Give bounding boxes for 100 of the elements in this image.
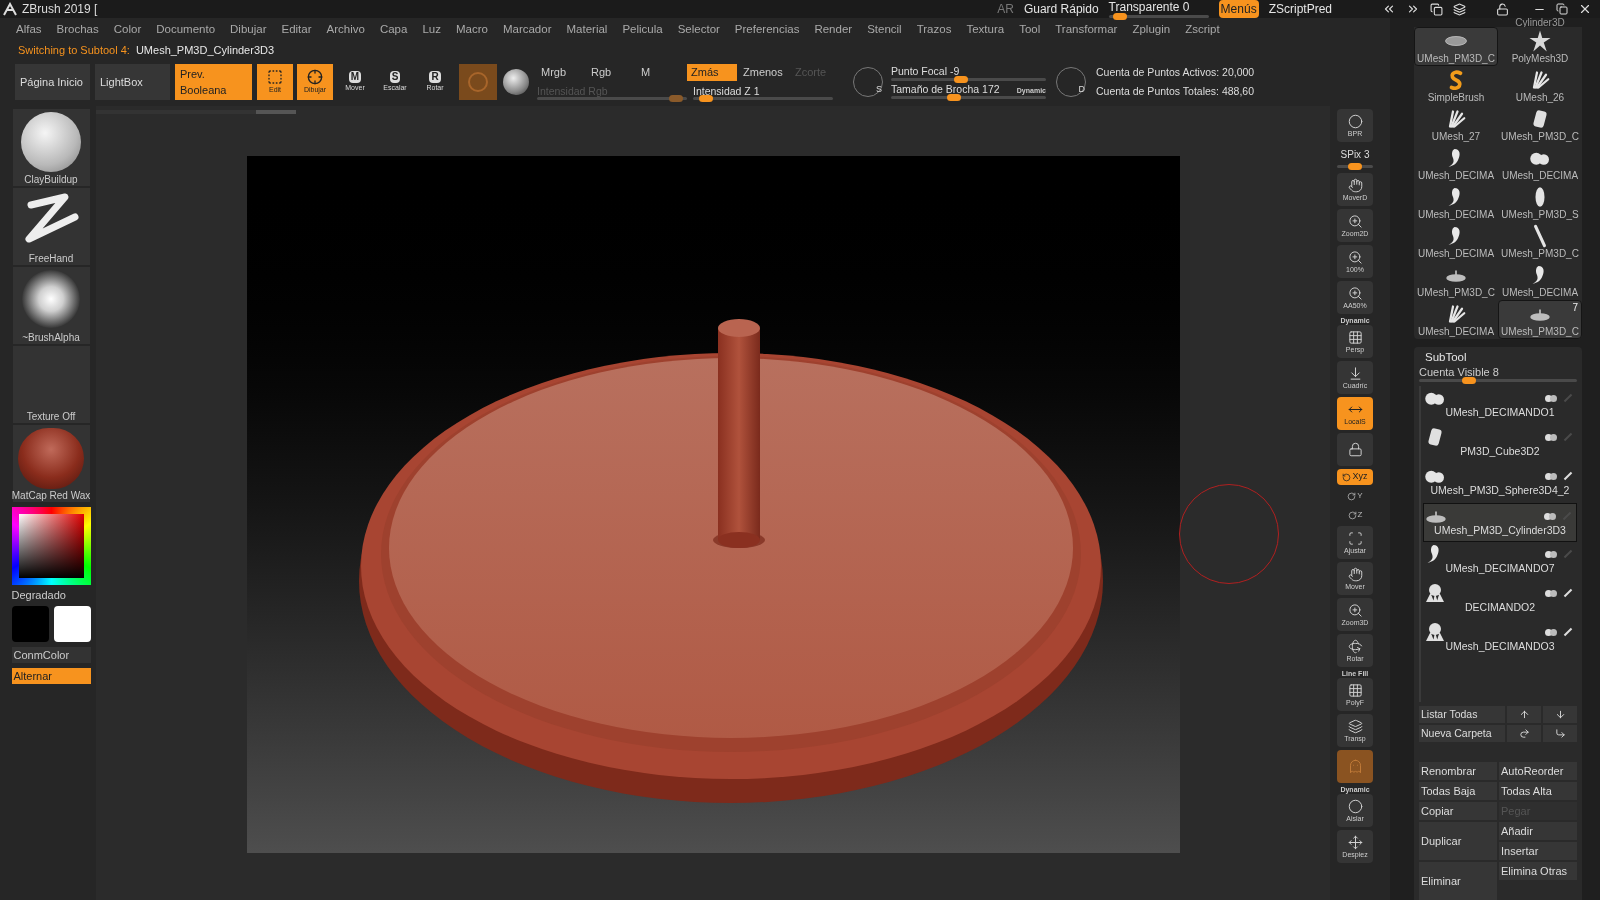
subtool-row[interactable]: UMesh_PM3D_Sphere3D4_2 — [1423, 464, 1577, 504]
slider-track[interactable] — [1108, 15, 1209, 18]
shelf-button[interactable] — [1337, 433, 1373, 466]
list-button[interactable]: Listar Todas — [1419, 706, 1505, 723]
viewport[interactable] — [246, 156, 1180, 853]
tool-thumbnail[interactable]: PolyMesh3D — [1498, 27, 1582, 66]
tool-thumbnail[interactable]: UMesh_PM3D_C — [1414, 261, 1498, 300]
polypaint-icon[interactable] — [1563, 628, 1573, 637]
xyz-button[interactable]: Xyz — [1337, 469, 1373, 485]
collapse-icon[interactable] — [1382, 2, 1396, 16]
arrow-button[interactable] — [1507, 725, 1541, 742]
subtool-action-button[interactable]: Renombrar — [1419, 762, 1497, 780]
menu-item[interactable]: Trazos — [916, 21, 952, 39]
subtool-row[interactable]: UMesh_DECIMANDO3 — [1423, 620, 1577, 660]
axis-button[interactable]: Y — [1347, 488, 1363, 504]
subtool-action-button[interactable]: Añadir — [1499, 822, 1577, 840]
menus-toggle[interactable]: Menús — [1218, 0, 1259, 18]
subtool-action-button[interactable]: Insertar — [1499, 842, 1577, 860]
axis-button[interactable]: Z — [1347, 507, 1363, 523]
tool-thumbnail[interactable]: 7 UMesh_PM3D_C — [1498, 300, 1582, 339]
shelf-thumbnail[interactable]: Texture Off — [12, 346, 90, 423]
tool-thumbnail[interactable]: UMesh_DECIMA — [1414, 300, 1498, 339]
restore-icon[interactable] — [1556, 3, 1568, 15]
visibility-toggle-icon[interactable] — [1545, 589, 1557, 597]
menu-item[interactable]: Zplugin — [1132, 21, 1171, 39]
visibility-toggle-icon[interactable] — [1545, 550, 1557, 558]
channel-toggle[interactable]: Mrgb — [537, 64, 585, 81]
subtool-row[interactable]: PM3D_Cube3D2 — [1423, 425, 1577, 465]
subtool-row[interactable]: UMesh_DECIMANDO7 — [1423, 542, 1577, 582]
arrow-button[interactable] — [1543, 706, 1577, 723]
tool-thumbnail[interactable]: UMesh_27 — [1414, 105, 1498, 144]
visibility-toggle-icon[interactable] — [1545, 628, 1557, 636]
slider-thumb[interactable] — [1348, 163, 1362, 170]
slider-track[interactable] — [891, 78, 1046, 81]
menu-item[interactable]: Preferencias — [734, 21, 800, 39]
tool-thumbnail[interactable]: SimpleBrush — [1414, 66, 1498, 105]
menu-item[interactable]: Editar — [281, 21, 312, 39]
visibility-toggle-icon[interactable] — [1545, 394, 1557, 402]
channel-toggle[interactable]: Zmenos — [739, 64, 789, 81]
slider-thumb[interactable] — [947, 94, 962, 101]
visibility-toggle-icon[interactable] — [1545, 433, 1557, 441]
menu-item[interactable]: Zscript — [1185, 21, 1220, 39]
menu-item[interactable]: Tool — [1019, 21, 1041, 39]
menu-item[interactable]: Stencil — [867, 21, 902, 39]
menu-item[interactable]: Pelicula — [622, 21, 663, 39]
tool-thumbnail[interactable]: UMesh_DECIMA — [1414, 144, 1498, 183]
tool-thumbnail[interactable]: UMesh_PM3D_C — [1498, 105, 1582, 144]
expand-icon[interactable] — [1406, 2, 1420, 16]
subtool-row[interactable]: UMesh_DECIMANDO1 — [1423, 386, 1577, 426]
menu-item[interactable]: Selector — [677, 21, 720, 39]
subtool-action-button[interactable]: Duplicar — [1419, 822, 1497, 860]
scrollbar-thumb[interactable] — [256, 110, 296, 114]
tool-thumbnail[interactable]: UMesh_26 — [1498, 66, 1582, 105]
menu-item[interactable]: Alfas — [16, 21, 42, 39]
subtool-row[interactable]: UMesh_PM3D_Cylinder3D3 — [1423, 503, 1577, 543]
menu-item[interactable]: Brochas — [56, 21, 99, 39]
color-swatch[interactable] — [11, 605, 49, 642]
subtool-action-button[interactable]: Eliminar — [1419, 862, 1497, 900]
color-swatch[interactable] — [53, 605, 91, 642]
slider-track[interactable] — [693, 97, 833, 100]
layers-icon[interactable] — [1453, 2, 1466, 16]
polypaint-icon[interactable] — [1563, 589, 1573, 598]
slider-track[interactable] — [1419, 379, 1577, 383]
arrow-button[interactable] — [1507, 706, 1541, 723]
channel-toggle[interactable]: M — [637, 64, 685, 81]
subtool-row[interactable]: DECIMANDO2 — [1423, 581, 1577, 621]
tool-thumbnail[interactable]: UMesh_DECIMA — [1498, 144, 1582, 183]
shelf-thumbnail[interactable]: ClayBuildup — [12, 109, 90, 186]
tool-thumbnail[interactable]: UMesh_PM3D_C — [1414, 27, 1498, 66]
menu-item[interactable]: Material — [566, 21, 608, 39]
menu-item[interactable]: Capa — [379, 21, 408, 39]
slider-thumb[interactable] — [699, 95, 714, 102]
subtool-action-button[interactable]: Todas Baja — [1419, 782, 1497, 800]
arrow-button[interactable] — [1543, 725, 1577, 742]
subtool-title[interactable]: SubTool — [1419, 349, 1577, 367]
tool-thumbnail[interactable]: UMesh_PM3D_C — [1498, 222, 1582, 261]
header-button[interactable]: ZScriptPred — [1268, 0, 1332, 18]
conm-color-button[interactable]: ConmColor — [11, 646, 91, 663]
menu-item[interactable]: Textura — [966, 21, 1005, 39]
menu-item[interactable]: Dibujar — [230, 21, 267, 39]
visibility-toggle-icon[interactable] — [1544, 512, 1556, 520]
alternate-button[interactable]: Alternar — [11, 667, 91, 684]
channel-toggle[interactable]: Rgb — [587, 64, 635, 81]
list-button[interactable]: Nueva Carpeta — [1419, 725, 1505, 742]
tool-label[interactable]: Cylinder3D — [1498, 18, 1582, 27]
toolbar-button[interactable]: LightBox — [95, 64, 170, 100]
polypaint-icon[interactable] — [1563, 472, 1573, 481]
unlock-icon[interactable] — [1496, 2, 1509, 16]
tool-thumbnail[interactable]: UMesh_PM3D_S — [1498, 183, 1582, 222]
subtool-action-button[interactable]: Todas Alta — [1499, 782, 1577, 800]
tool-thumbnail[interactable]: UMesh_DECIMA — [1414, 183, 1498, 222]
menu-item[interactable]: Macro — [455, 21, 488, 39]
slider-thumb[interactable] — [954, 76, 969, 83]
shelf-thumbnail[interactable]: ~BrushAlpha — [12, 267, 90, 344]
slider-track[interactable] — [537, 97, 687, 100]
slider-thumb[interactable] — [1112, 13, 1127, 20]
gradient-label[interactable]: Degradado — [11, 587, 91, 604]
menu-item[interactable]: Color — [113, 21, 142, 39]
subtool-action-button[interactable]: AutoReorder — [1499, 762, 1577, 780]
ar-label[interactable]: AR — [997, 0, 1014, 18]
